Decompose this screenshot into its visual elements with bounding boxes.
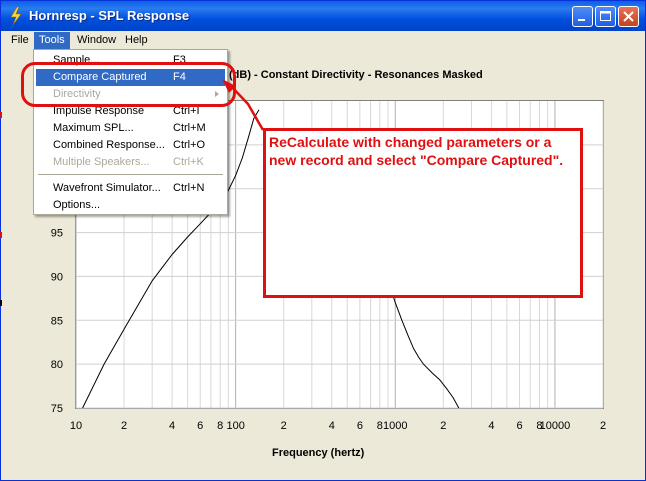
x-tick-label: 2 xyxy=(281,420,287,432)
x-tick-label: 10 xyxy=(70,420,82,432)
y-tick-label: 95 xyxy=(51,228,63,240)
menu-item-options[interactable]: Options... xyxy=(36,197,225,214)
menu-item-label: Wavefront Simulator... xyxy=(53,182,161,194)
x-tick-label: 8 xyxy=(217,420,223,432)
menu-item-label: Maximum SPL... xyxy=(53,122,134,134)
x-tick-label: 6 xyxy=(357,420,363,432)
x-tick-label: 10000 xyxy=(540,420,571,432)
y-tick-label: 90 xyxy=(51,271,63,283)
x-tick-label: 6 xyxy=(516,420,522,432)
menu-item-label: Multiple Speakers... xyxy=(53,156,150,168)
menu-item-label: Combined Response... xyxy=(53,139,165,151)
menu-item-multiple-speakers[interactable]: Multiple Speakers... Ctrl+K xyxy=(36,154,225,171)
x-tick-label: 2 xyxy=(600,420,606,432)
x-tick-label: 4 xyxy=(488,420,494,432)
x-tick-label: 100 xyxy=(226,420,244,432)
menu-item-combined-response[interactable]: Combined Response... Ctrl+O xyxy=(36,137,225,154)
highlight-oval xyxy=(21,62,236,107)
x-tick-label: 6 xyxy=(197,420,203,432)
menu-item-shortcut: Ctrl+O xyxy=(173,139,206,151)
x-tick-label: 2 xyxy=(121,420,127,432)
x-tick-label: 1000 xyxy=(383,420,407,432)
y-tick-label: 75 xyxy=(51,403,63,415)
menu-item-shortcut: Ctrl+N xyxy=(173,182,205,194)
menu-item-wavefront-simulator[interactable]: Wavefront Simulator... Ctrl+N xyxy=(36,180,225,197)
x-tick-label: 8 xyxy=(377,420,383,432)
x-tick-label: 4 xyxy=(329,420,335,432)
x-tick-label: 4 xyxy=(169,420,175,432)
menu-item-shortcut: Ctrl+M xyxy=(173,122,206,134)
x-tick-label: 2 xyxy=(440,420,446,432)
annotation-callout: ReCalculate with changed parameters or a… xyxy=(263,128,583,298)
menu-separator xyxy=(38,174,223,175)
menu-item-label: Options... xyxy=(53,199,101,211)
y-tick-label: 85 xyxy=(51,315,63,327)
y-tick-label: 80 xyxy=(51,359,63,371)
menu-item-maximum-spl[interactable]: Maximum SPL... Ctrl+M xyxy=(36,120,225,137)
menu-item-shortcut: Ctrl+K xyxy=(173,156,204,168)
callout-text: ReCalculate with changed parameters or a… xyxy=(269,134,564,168)
x-axis-label: Frequency (hertz) xyxy=(272,447,365,459)
left-edge-marks xyxy=(0,112,2,306)
